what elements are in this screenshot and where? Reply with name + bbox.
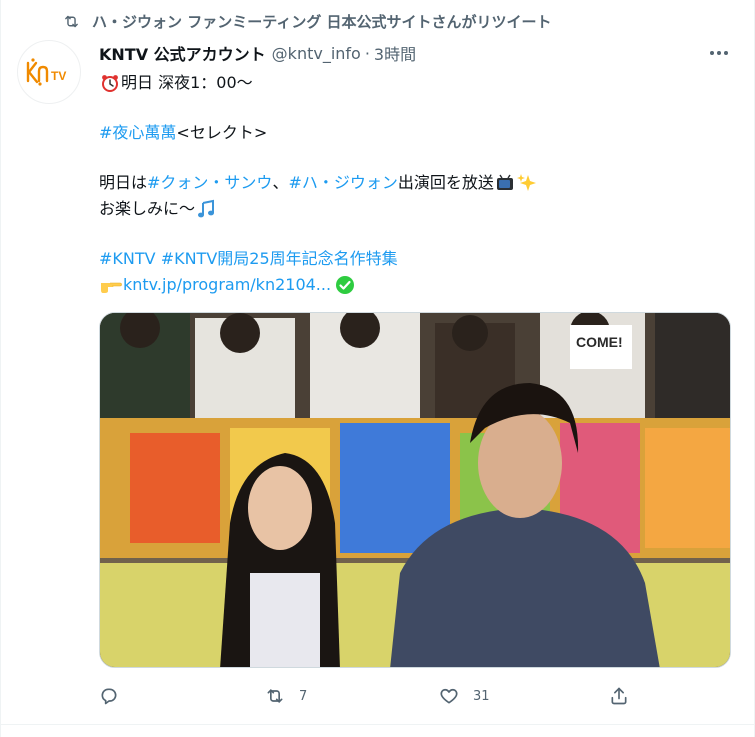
retweet-banner[interactable]: ハ・ジウォン ファンミーティング 日本公式サイトさんがリツイート (63, 10, 552, 32)
sparkles-emoji (516, 174, 536, 191)
tweet-line-3: 明日は #クォン・サンウ 、 #ハ・ジウォン 出演回を放送 (99, 170, 729, 196)
text-segment: 出演回を放送 (397, 173, 494, 192)
alarm-clock-emoji (102, 75, 118, 92)
share-icon (611, 687, 627, 705)
tweet-media-image[interactable]: COME! (99, 312, 731, 668)
kntv-logo: TV (26, 58, 66, 86)
reply-button[interactable] (99, 683, 119, 709)
text-segment: 、 (272, 173, 289, 192)
tweet-line-5: #KNTV #KNTV開局25周年記念名作特集 (99, 246, 729, 272)
retweet-icon (267, 689, 283, 703)
dot (710, 51, 714, 55)
tweet-line-2-text: <セレクト> (176, 123, 268, 142)
tweet-line-1-text: 明日 深夜1：00～ (121, 73, 253, 92)
dot (724, 51, 728, 55)
like-button[interactable]: 31 (439, 683, 490, 709)
musical-note-emoji (198, 199, 215, 218)
text-segment: 明日は (99, 173, 148, 192)
retweet-banner-text: ハ・ジウォン ファンミーティング 日本公式サイトさんがリツイート (92, 12, 552, 31)
tweet-time[interactable]: 3時間 (374, 41, 416, 65)
svg-text:TV: TV (51, 69, 66, 83)
author-handle[interactable]: @kntv_info (272, 44, 361, 63)
retweet-icon (65, 15, 78, 27)
hashtag-link[interactable]: #夜心萬萬 (99, 120, 176, 146)
tweet-line-1: 明日 深夜1：00～ (99, 70, 729, 96)
pointing-hand-emoji (101, 282, 122, 293)
external-link[interactable]: kntv.jp/program/kn2104... (123, 272, 331, 298)
tweet-line-6: kntv.jp/program/kn2104... (99, 272, 729, 298)
separator-dot: · (364, 43, 370, 63)
hashtag-link[interactable]: #KNTV (99, 246, 156, 272)
like-count: 31 (473, 688, 490, 704)
author-name[interactable]: KNTV 公式アカウント (99, 41, 266, 65)
dot (717, 51, 721, 55)
hashtag-link[interactable]: #クォン・サンウ (147, 170, 272, 196)
hashtag-link[interactable]: #KNTV開局25周年記念名作特集 (161, 246, 398, 272)
retweet-button[interactable]: 7 (265, 683, 307, 709)
tweet-text: 明日 深夜1：00～ #夜心萬萬 <セレクト> 明日は #クォン・サンウ 、 #… (99, 70, 729, 298)
tweet-header: KNTV 公式アカウント @kntv_info · 3時間 (99, 41, 416, 65)
television-emoji (496, 174, 513, 190)
media-banner-text: COME! (576, 334, 623, 350)
tv-show-still: COME! (100, 313, 730, 667)
divider (1, 724, 755, 725)
tweet-line-2: #夜心萬萬 <セレクト> (99, 120, 729, 146)
tweet-line-4: お楽しみに～ (99, 196, 729, 222)
share-button[interactable] (609, 683, 629, 709)
tweet-line-4-text: お楽しみに～ (99, 199, 196, 218)
hashtag-link[interactable]: #ハ・ジウォン (288, 170, 397, 196)
more-options-button[interactable] (707, 44, 731, 62)
retweet-count: 7 (299, 688, 308, 704)
tweet-actions: 7 31 (99, 683, 633, 709)
heart-icon (440, 688, 458, 704)
check-mark-emoji (336, 276, 355, 294)
reply-icon (101, 688, 117, 705)
avatar[interactable]: TV (17, 40, 81, 104)
tweet-card[interactable]: ハ・ジウォン ファンミーティング 日本公式サイトさんがリツイート TV KNTV… (0, 0, 755, 737)
